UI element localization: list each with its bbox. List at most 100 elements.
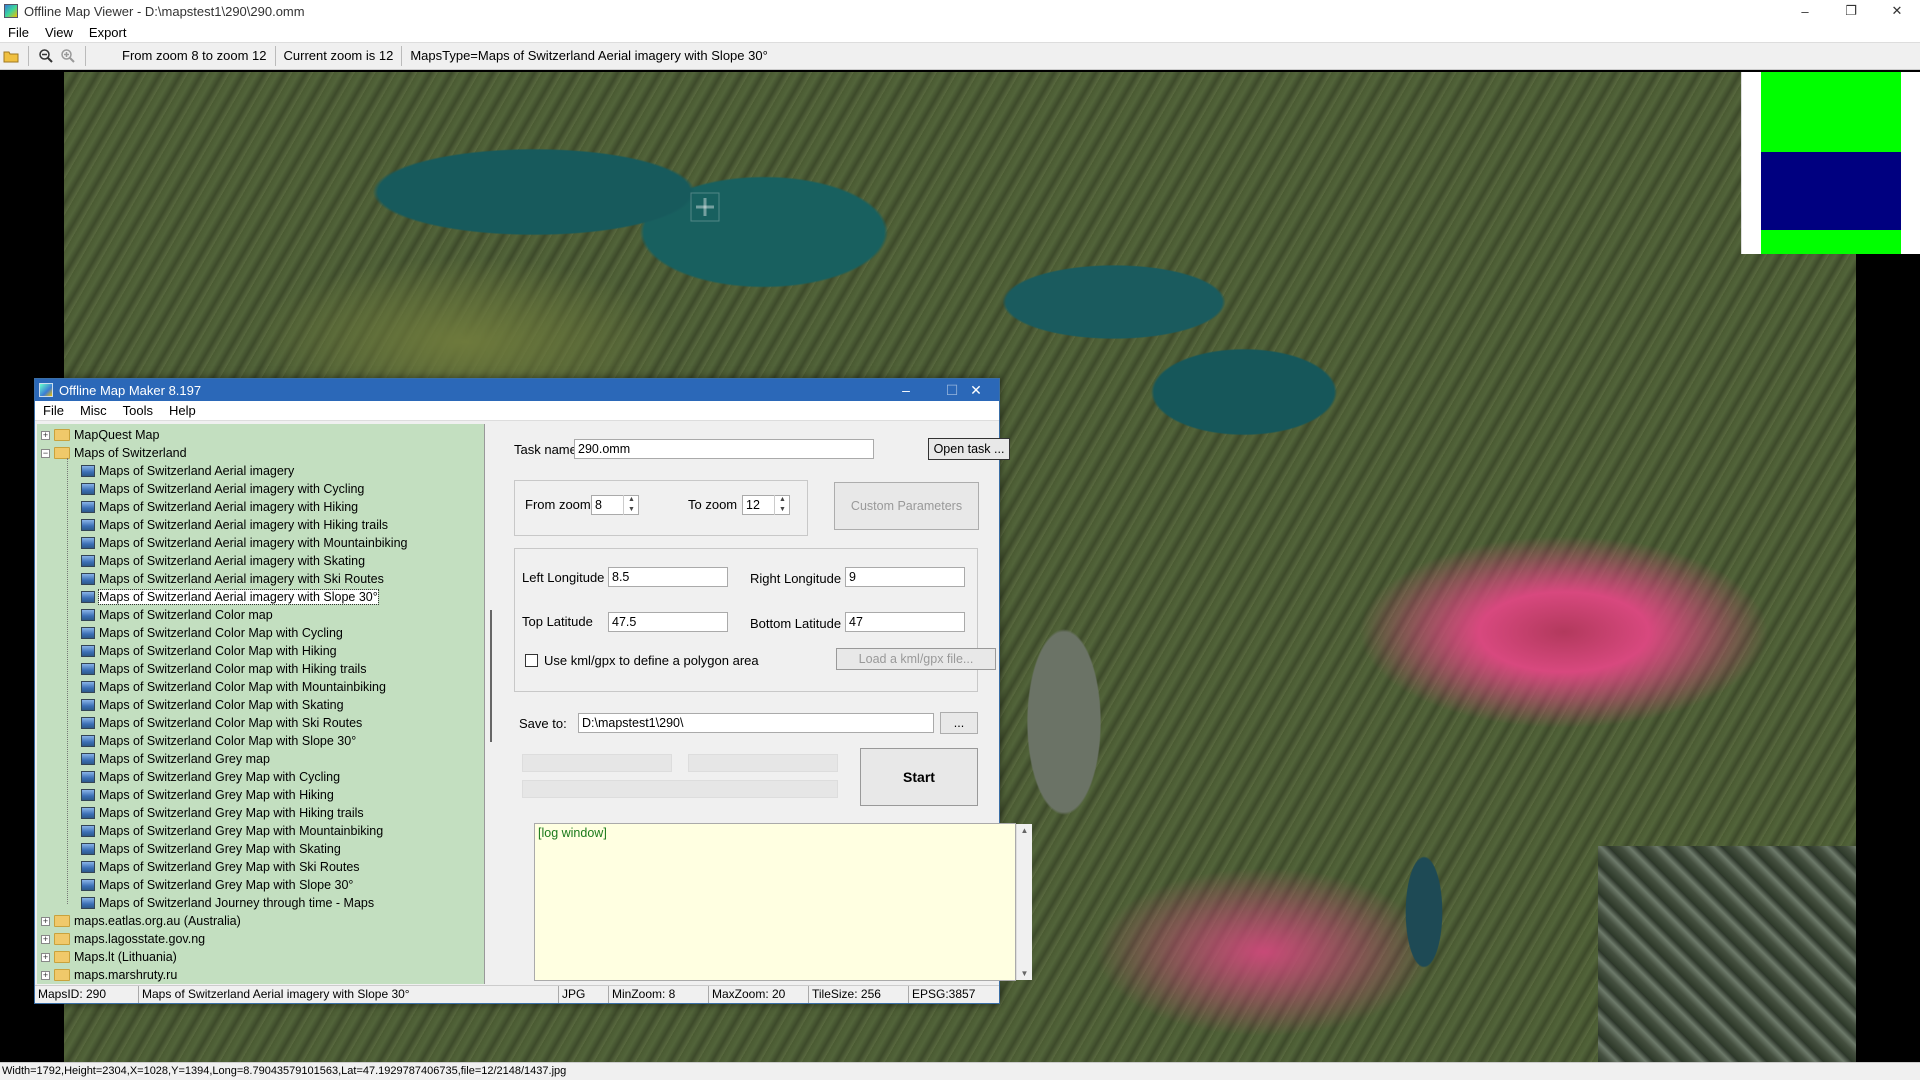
dialog-menu-tools[interactable]: Tools xyxy=(115,403,161,418)
bottom-latitude-input[interactable]: 47 xyxy=(845,612,965,632)
tree-item-map[interactable]: Maps of Switzerland Aerial imagery with … xyxy=(81,552,365,570)
task-name-input[interactable]: 290.omm xyxy=(574,439,874,459)
expand-icon[interactable]: + xyxy=(41,970,50,980)
tree-item-map[interactable]: Maps of Switzerland Aerial imagery with … xyxy=(81,588,379,606)
dialog-menu-misc[interactable]: Misc xyxy=(72,403,115,418)
progress-bar-1 xyxy=(522,754,672,772)
status-bar: Width=1792,Height=2304,X=1028,Y=1394,Lon… xyxy=(0,1062,1920,1080)
top-latitude-input[interactable]: 47.5 xyxy=(608,612,728,632)
zoom-range-text: From zoom 8 to zoom 12 xyxy=(114,46,276,66)
crosshair-icon xyxy=(690,192,720,222)
tree-item-map[interactable]: Maps of Switzerland Color Map with Slope… xyxy=(81,732,356,750)
open-task-button[interactable]: Open task ... xyxy=(928,438,1010,460)
zoom-out-icon[interactable] xyxy=(35,45,57,67)
custom-parameters-button[interactable]: Custom Parameters xyxy=(834,482,979,530)
minimize-button[interactable]: – xyxy=(1782,0,1828,22)
tree-item-map[interactable]: Maps of Switzerland Journey through time… xyxy=(81,894,374,912)
dialog-close-button[interactable]: ✕ xyxy=(953,379,999,401)
start-button[interactable]: Start xyxy=(860,748,978,806)
menu-view[interactable]: View xyxy=(37,25,81,40)
collapse-icon[interactable]: − xyxy=(41,448,50,458)
tree-node-switzerland[interactable]: − Maps of Switzerland xyxy=(41,444,187,462)
current-zoom-text: Current zoom is 12 xyxy=(276,46,403,66)
tree-item-label: Maps of Switzerland Aerial imagery xyxy=(99,464,295,478)
dialog-menu-help[interactable]: Help xyxy=(161,403,204,418)
tree-item-label: Maps of Switzerland Aerial imagery with … xyxy=(99,500,359,514)
tree-item-map[interactable]: Maps of Switzerland Grey Map with Skatin… xyxy=(81,840,341,858)
restore-button[interactable]: ❐ xyxy=(1828,0,1874,22)
tree-item-label: Maps of Switzerland Grey map xyxy=(99,752,270,766)
map-icon xyxy=(81,609,95,621)
tree-node-group[interactable]: + maps.marshruty.ru xyxy=(41,966,177,984)
map-icon xyxy=(81,537,95,549)
tree-node-group[interactable]: + MapQuest Map xyxy=(41,426,159,444)
tree-item-map[interactable]: Maps of Switzerland Color Map with Skati… xyxy=(81,696,344,714)
scroll-up-icon[interactable]: ▲ xyxy=(1017,824,1032,835)
dialog-menu-file[interactable]: File xyxy=(35,403,72,418)
tree-item-label: Maps of Switzerland Color map with Hikin… xyxy=(99,662,367,676)
log-scrollbar[interactable]: ▲ ▼ xyxy=(1016,824,1032,980)
overview-minimap[interactable] xyxy=(1741,72,1920,254)
tree-item-map[interactable]: Maps of Switzerland Grey Map with Mounta… xyxy=(81,822,383,840)
map-icon xyxy=(81,789,95,801)
tree-item-map[interactable]: Maps of Switzerland Aerial imagery with … xyxy=(81,480,364,498)
close-button[interactable]: ✕ xyxy=(1874,0,1920,22)
expand-icon[interactable]: + xyxy=(41,952,50,962)
tree-item-map[interactable]: Maps of Switzerland Grey Map with Slope … xyxy=(81,876,353,894)
tree-item-label: Maps of Switzerland Grey Map with Hiking… xyxy=(99,806,364,820)
tree-node-group[interactable]: + maps.lagosstate.gov.ng xyxy=(41,930,205,948)
expand-icon[interactable]: + xyxy=(41,916,50,926)
map-icon xyxy=(81,501,95,513)
map-icon xyxy=(81,591,95,603)
progress-bar-2 xyxy=(688,754,838,772)
tree-item-map[interactable]: Maps of Switzerland Color Map with Hikin… xyxy=(81,642,337,660)
tree-item-label: Maps of Switzerland Color Map with Skati… xyxy=(99,698,344,712)
right-longitude-input[interactable]: 9 xyxy=(845,567,965,587)
tree-node-group[interactable]: + maps.eatlas.org.au (Australia) xyxy=(41,912,241,930)
use-kml-label: Use kml/gpx to define a polygon area xyxy=(544,653,759,668)
tree-item-label: Maps of Switzerland Color map xyxy=(99,608,273,622)
tree-item-map[interactable]: Maps of Switzerland Grey Map with Ski Ro… xyxy=(81,858,360,876)
tree-item-map[interactable]: Maps of Switzerland Aerial imagery with … xyxy=(81,516,388,534)
dialog-minimize-button[interactable]: – xyxy=(883,379,929,401)
tree-item-map[interactable]: Maps of Switzerland Color Map with Ski R… xyxy=(81,714,362,732)
tree-node-group[interactable]: + Maps.lt (Lithuania) xyxy=(41,948,177,966)
tree-item-map[interactable]: Maps of Switzerland Aerial imagery with … xyxy=(81,498,358,516)
to-zoom-stepper[interactable]: ▲ ▼ xyxy=(774,495,790,515)
map-icon xyxy=(81,717,95,729)
tree-item-map[interactable]: Maps of Switzerland Grey map xyxy=(81,750,270,768)
tree-item-map[interactable]: Maps of Switzerland Color Map with Cycli… xyxy=(81,624,343,642)
tree-item-map[interactable]: Maps of Switzerland Grey Map with Hiking xyxy=(81,786,334,804)
browse-button[interactable]: ... xyxy=(940,712,978,734)
tree-item-map[interactable]: Maps of Switzerland Aerial imagery with … xyxy=(81,534,407,552)
tree-item-label: maps.eatlas.org.au (Australia) xyxy=(74,914,241,928)
tree-item-label: Maps of Switzerland Grey Map with Skatin… xyxy=(99,842,341,856)
from-zoom-stepper[interactable]: ▲ ▼ xyxy=(623,495,639,515)
use-kml-checkbox[interactable] xyxy=(525,654,538,667)
from-zoom-label: From zoom xyxy=(525,497,591,512)
expand-icon[interactable]: + xyxy=(41,430,50,440)
tree-item-map[interactable]: Maps of Switzerland Color map with Hikin… xyxy=(81,660,366,678)
save-to-input[interactable]: D:\mapstest1\290\ xyxy=(578,713,934,733)
scroll-down-icon[interactable]: ▼ xyxy=(1017,969,1032,978)
log-text: [log window] xyxy=(538,826,607,840)
open-folder-icon[interactable] xyxy=(0,45,22,67)
tree-item-map[interactable]: Maps of Switzerland Grey Map with Hiking… xyxy=(81,804,364,822)
menu-file[interactable]: File xyxy=(0,25,37,40)
tree-item-map[interactable]: Maps of Switzerland Aerial imagery with … xyxy=(81,570,384,588)
menu-export[interactable]: Export xyxy=(81,25,135,40)
tree-item-map[interactable]: Maps of Switzerland Color Map with Mount… xyxy=(81,678,386,696)
tree-scrollbar[interactable] xyxy=(485,424,502,984)
tree-item-map[interactable]: Maps of Switzerland Grey Map with Cyclin… xyxy=(81,768,340,786)
left-longitude-input[interactable]: 8.5 xyxy=(608,567,728,587)
tree-item-map[interactable]: Maps of Switzerland Aerial imagery xyxy=(81,462,294,480)
to-zoom-label: To zoom xyxy=(688,497,738,512)
log-window[interactable]: [log window] ▲ ▼ xyxy=(534,823,1032,981)
tree-item-map[interactable]: Maps of Switzerland Color map xyxy=(81,606,273,624)
tree-scrollbar-thumb[interactable] xyxy=(490,610,492,742)
expand-icon[interactable]: + xyxy=(41,934,50,944)
zoom-in-icon[interactable] xyxy=(57,45,79,67)
map-icon xyxy=(81,825,95,837)
load-kml-button[interactable]: Load a kml/gpx file... xyxy=(836,648,996,670)
maps-tree[interactable]: + MapQuest Map − Maps of Switzerland Maps of… xyxy=(37,424,485,984)
